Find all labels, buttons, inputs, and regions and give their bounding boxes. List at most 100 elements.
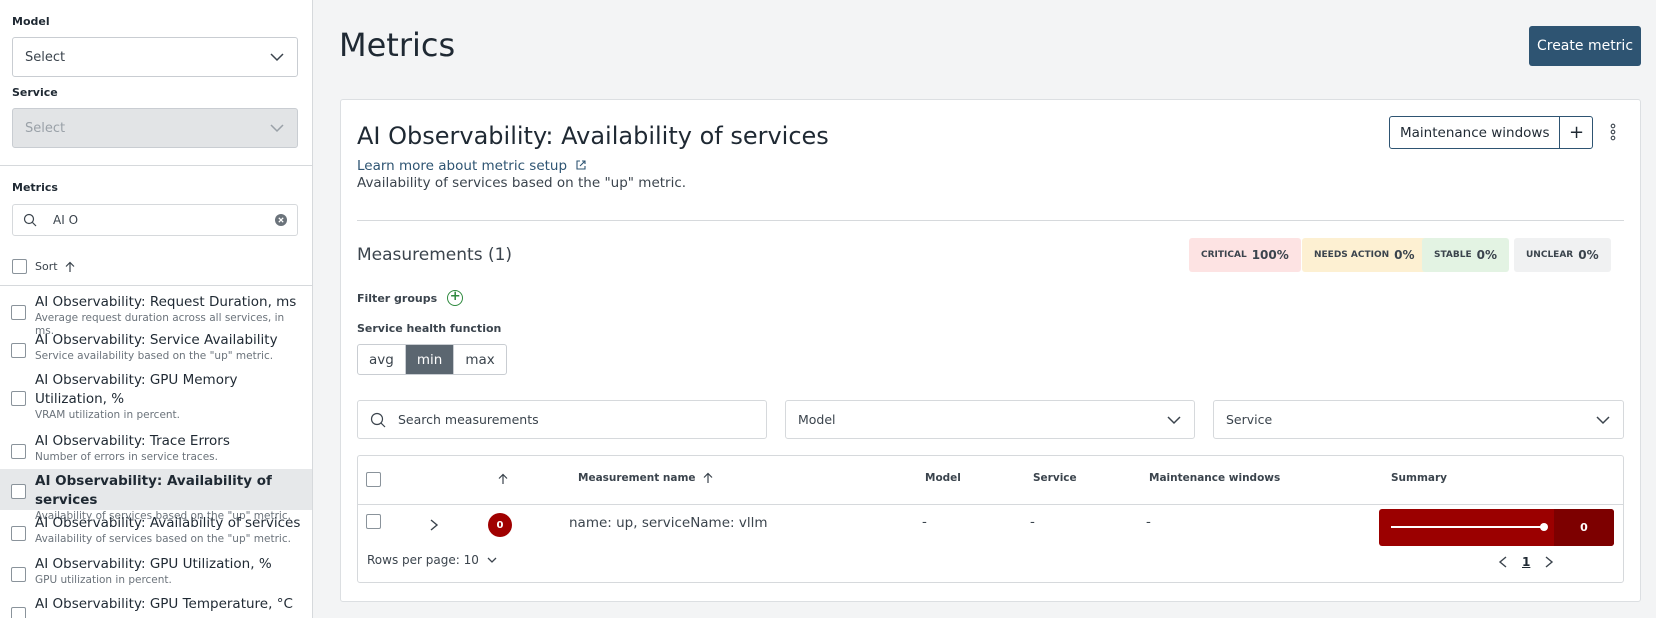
sort-control[interactable]: Sort xyxy=(12,259,76,274)
metric-card: AI Observability: Availability of servic… xyxy=(340,99,1641,602)
service-filter-select[interactable]: Service xyxy=(1213,400,1624,439)
learn-more-link[interactable]: Learn more about metric setup xyxy=(357,158,587,174)
row-model: - xyxy=(922,514,927,530)
list-item[interactable]: AI Observability: GPU Temperature, °C xyxy=(0,592,312,618)
search-placeholder: Search measurements xyxy=(398,412,539,427)
model-select[interactable]: Select xyxy=(12,37,298,77)
item-title: AI Observability: GPU Temperature, °C xyxy=(35,596,293,612)
model-filter-select[interactable]: Model xyxy=(785,400,1195,439)
plus-icon: + xyxy=(1568,122,1585,143)
search-icon xyxy=(23,213,37,227)
next-page-icon[interactable] xyxy=(1544,555,1554,569)
model-filter-label: Model xyxy=(798,412,836,427)
badge-value: 0% xyxy=(1578,248,1599,262)
chevron-down-icon xyxy=(270,124,284,133)
item-checkbox[interactable] xyxy=(11,607,26,618)
header-divider xyxy=(358,504,1623,505)
metrics-search-input[interactable]: AI O xyxy=(12,204,298,236)
rows-per-page-select[interactable]: Rows per page: 10 xyxy=(367,553,497,567)
list-item[interactable]: AI Observability: Trace Errors Number of … xyxy=(0,430,312,469)
metric-title: AI Observability: Availability of servic… xyxy=(357,122,829,150)
clear-icon[interactable] xyxy=(275,214,287,226)
chevron-down-icon xyxy=(270,53,284,62)
current-page[interactable]: 1 xyxy=(1522,555,1530,569)
item-desc: Availability of services based on the "u… xyxy=(35,533,291,545)
item-checkbox[interactable] xyxy=(11,391,26,406)
item-checkbox[interactable] xyxy=(11,484,26,499)
item-desc: Number of errors in service traces. xyxy=(35,451,218,463)
learn-more-text: Learn more about metric setup xyxy=(357,158,568,174)
badge-value: 100% xyxy=(1251,248,1289,262)
filter-groups: Filter groups + xyxy=(357,290,464,306)
row-checkbox[interactable] xyxy=(366,514,381,529)
badge-label: CRITICAL xyxy=(1201,250,1247,260)
create-metric-button[interactable]: Create metric xyxy=(1529,26,1641,66)
list-item[interactable]: AI Observability: GPU Memory Utilization,… xyxy=(0,369,312,430)
col-summary[interactable]: Summary xyxy=(1391,472,1447,484)
metrics-list: AI Observability: Request Duration, ms Av… xyxy=(0,285,312,618)
select-all-rows-checkbox[interactable] xyxy=(366,472,381,487)
item-desc: VRAM utilization in percent. xyxy=(35,409,181,421)
item-title: AI Observability: Availability of servic… xyxy=(35,515,301,531)
item-desc: Service availability based on the "up" m… xyxy=(35,350,274,362)
filter-groups-label: Filter groups xyxy=(357,291,438,305)
chevron-down-icon xyxy=(1596,415,1610,424)
item-checkbox[interactable] xyxy=(11,526,26,541)
list-item[interactable]: AI Observability: Service Availability Se… xyxy=(0,328,312,369)
service-filter-label: Service xyxy=(1226,412,1273,427)
list-item[interactable]: AI Observability: GPU Utilization, % GPU … xyxy=(0,552,312,592)
health-option-max[interactable]: max xyxy=(454,345,505,374)
add-filter-icon[interactable]: + xyxy=(447,290,464,306)
chevron-right-icon[interactable] xyxy=(429,518,439,532)
sparkline-dot xyxy=(1540,523,1548,531)
col-measurement-name[interactable]: Measurement name xyxy=(578,472,714,484)
item-title: AI Observability: GPU Utilization, % xyxy=(35,556,272,572)
metric-description: Availability of services based on the "u… xyxy=(357,175,687,191)
stable-badge[interactable]: STABLE 0% xyxy=(1422,238,1510,272)
summary-value: 0 xyxy=(1554,509,1614,546)
needs-action-badge[interactable]: NEEDS ACTION 0% xyxy=(1302,238,1427,272)
col-maintenance-windows[interactable]: Maintenance windows xyxy=(1149,472,1280,484)
critical-count-badge: 0 xyxy=(488,513,512,537)
select-all-checkbox[interactable] xyxy=(12,259,27,274)
item-title: AI Observability: Availability of servic… xyxy=(35,473,272,508)
arrow-up-icon[interactable] xyxy=(64,261,76,273)
item-checkbox[interactable] xyxy=(11,444,26,459)
health-option-min[interactable]: min xyxy=(405,345,455,374)
maintenance-windows-button[interactable]: Maintenance windows xyxy=(1390,117,1561,148)
more-options-icon[interactable] xyxy=(1609,122,1617,142)
measurement-name: name: up, serviceName: vllm xyxy=(569,515,768,531)
list-item[interactable]: AI Observability: Request Duration, ms Av… xyxy=(0,286,312,337)
external-link-icon xyxy=(576,160,586,170)
model-select-value: Select xyxy=(25,49,66,65)
list-item-selected[interactable]: AI Observability: Availability of servic… xyxy=(0,469,312,522)
measurements-table: Measurement name Model Service Maintenan… xyxy=(357,455,1624,583)
pagination: 1 xyxy=(1498,555,1554,569)
col-model[interactable]: Model xyxy=(925,472,961,484)
summary-sparkline[interactable]: 0 xyxy=(1379,509,1614,546)
critical-badge[interactable]: CRITICAL 100% xyxy=(1189,238,1301,272)
service-select-value: Select xyxy=(25,120,66,136)
item-checkbox[interactable] xyxy=(11,305,26,320)
item-title: AI Observability: GPU Memory xyxy=(35,372,238,388)
sidebar: Model Select Service Select Metrics AI O… xyxy=(0,0,313,618)
prev-page-icon[interactable] xyxy=(1498,555,1508,569)
badge-label: NEEDS ACTION xyxy=(1314,250,1390,260)
row-maintenance: - xyxy=(1146,514,1151,530)
search-measurements-input[interactable]: Search measurements xyxy=(357,400,767,439)
sort-up-icon[interactable] xyxy=(497,473,509,485)
item-title: AI Observability: Trace Errors xyxy=(35,433,230,449)
metrics-label: Metrics xyxy=(12,181,58,194)
list-item[interactable]: AI Observability: Availability of servic… xyxy=(0,510,312,552)
service-select[interactable]: Select xyxy=(12,108,298,148)
unclear-badge[interactable]: UNCLEAR 0% xyxy=(1514,238,1611,272)
health-function-label: Service health function xyxy=(357,322,502,335)
add-maintenance-button[interactable]: + xyxy=(1560,117,1592,148)
col-service[interactable]: Service xyxy=(1033,472,1077,484)
item-checkbox[interactable] xyxy=(11,567,26,582)
item-checbox[interactable] xyxy=(11,343,26,358)
badge-value: 0% xyxy=(1394,248,1415,262)
arrow-up-icon xyxy=(703,472,712,483)
health-option-avg[interactable]: avg xyxy=(358,345,406,374)
item-title: AI Observability: Request Duration, ms xyxy=(35,294,297,310)
